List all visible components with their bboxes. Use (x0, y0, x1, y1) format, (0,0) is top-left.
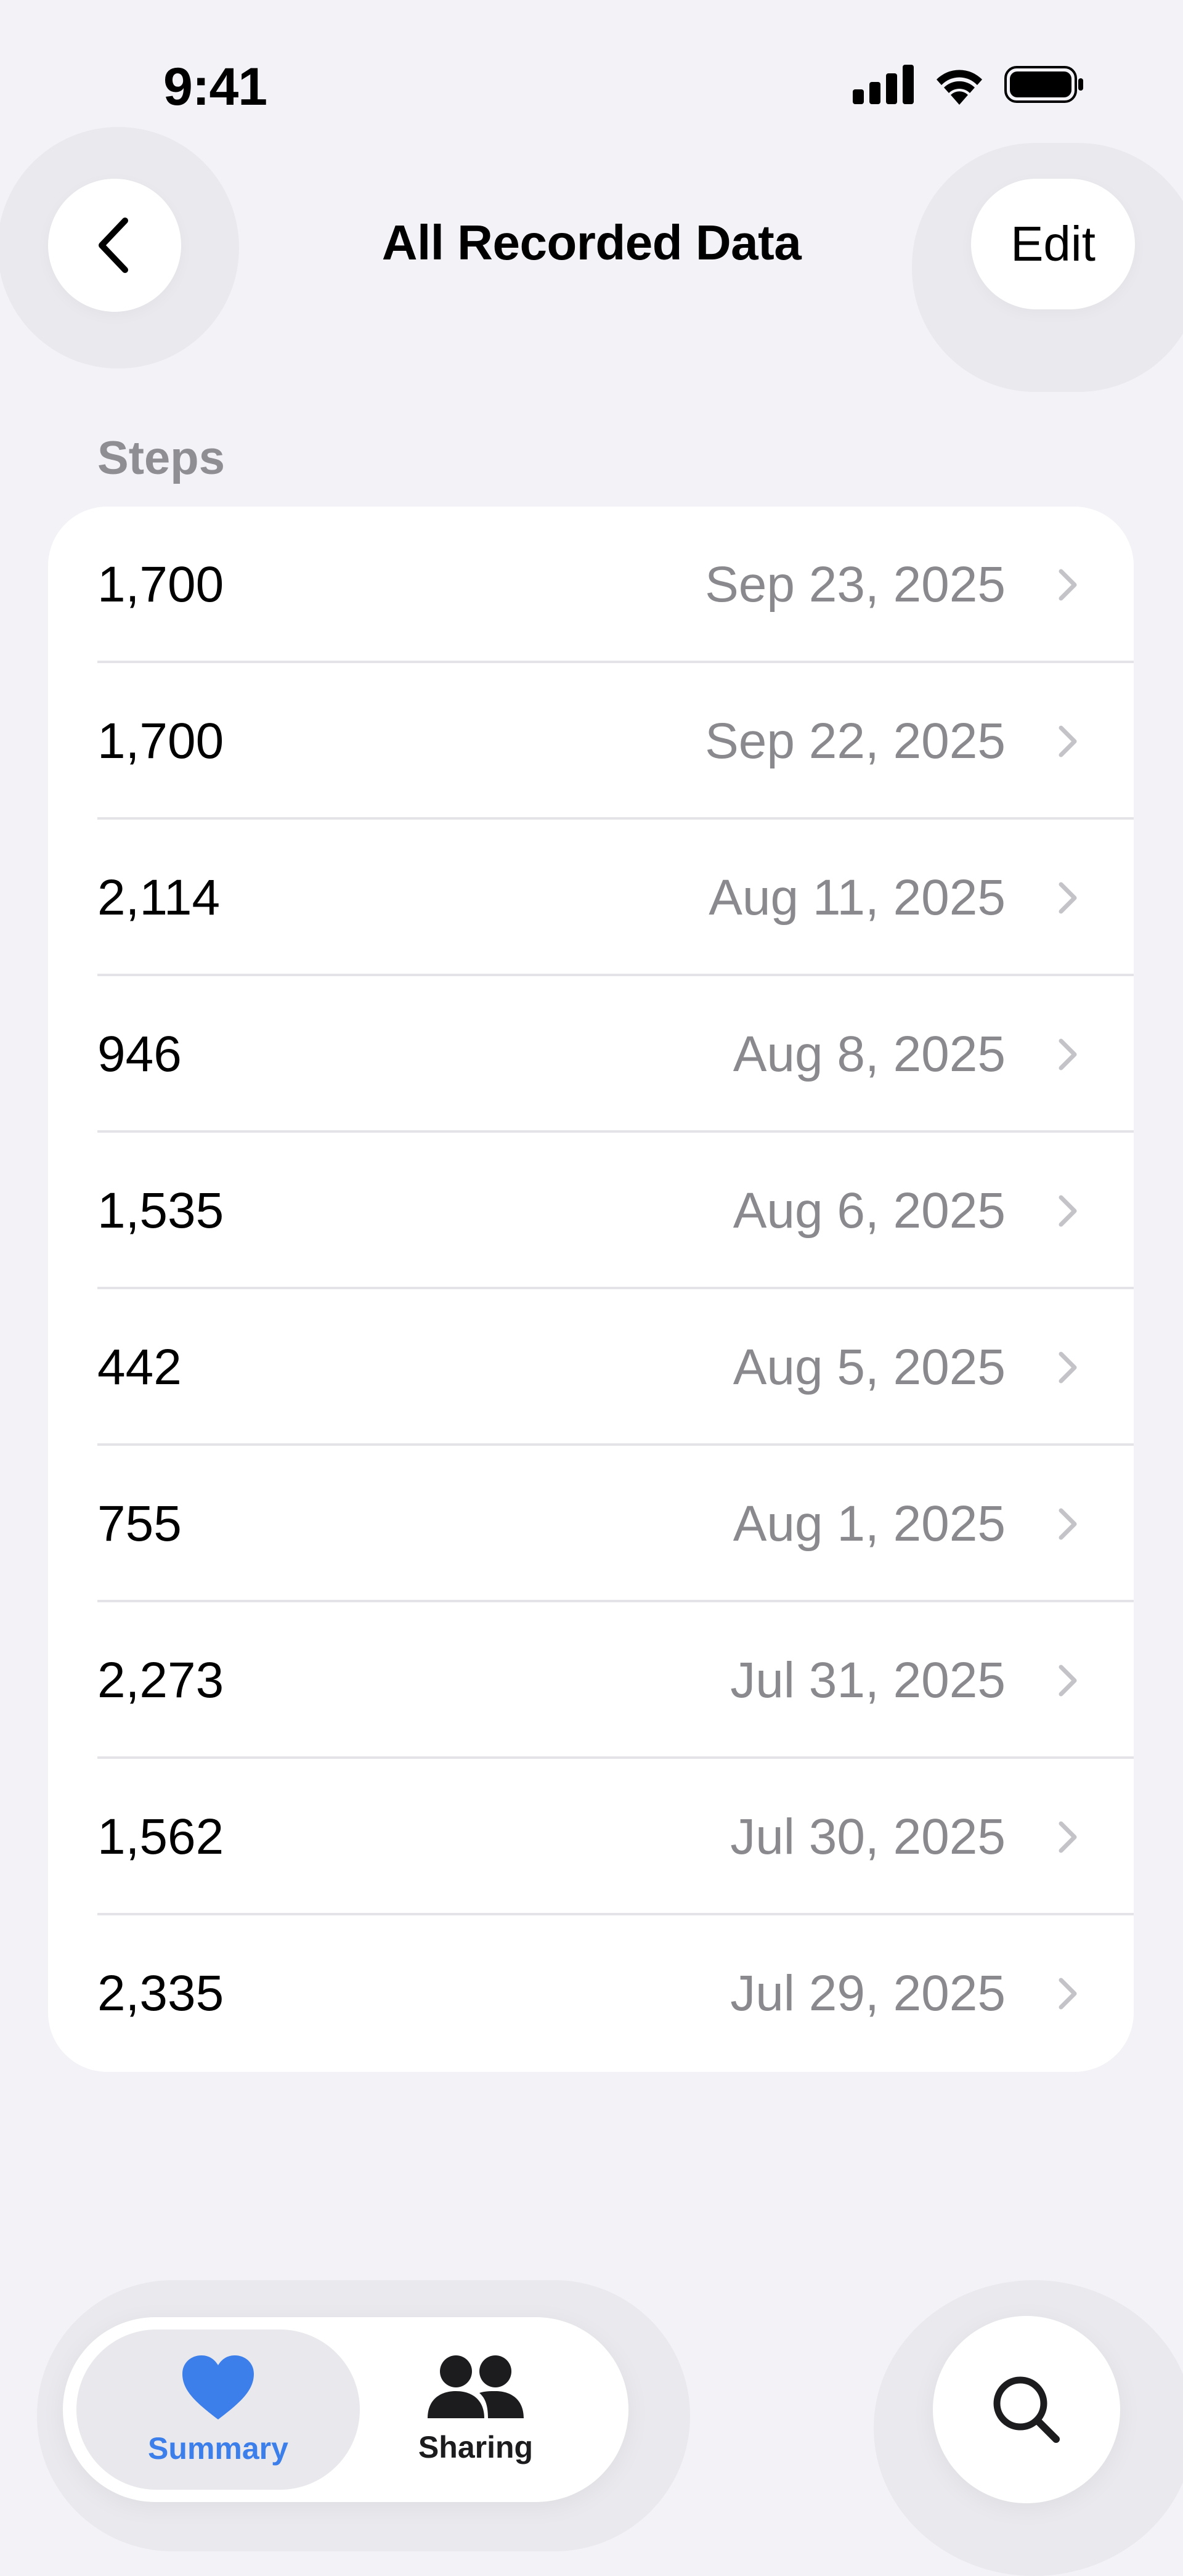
chevron-right-icon (1059, 882, 1077, 914)
record-row[interactable]: 442 Aug 5, 2025 (48, 1289, 1134, 1446)
heart-icon (182, 2355, 254, 2419)
record-row[interactable]: 755 Aug 1, 2025 (48, 1446, 1134, 1602)
search-icon (993, 2376, 1060, 2443)
record-row[interactable]: 2,114 Aug 11, 2025 (48, 820, 1134, 976)
tab-summary-label: Summary (148, 2431, 288, 2466)
battery-icon (1004, 66, 1083, 103)
tab-sharing[interactable]: Sharing (352, 2317, 599, 2502)
record-value: 2,114 (97, 870, 221, 926)
people-icon (428, 2355, 524, 2418)
record-value: 1,700 (97, 556, 224, 613)
record-date: Jul 30, 2025 (730, 1809, 1006, 1865)
record-date: Aug 11, 2025 (709, 870, 1006, 926)
record-date: Aug 6, 2025 (733, 1183, 1006, 1239)
chevron-right-icon (1059, 569, 1077, 601)
record-value: 2,273 (97, 1652, 224, 1708)
chevron-right-icon (1059, 1351, 1077, 1384)
record-date: Sep 22, 2025 (705, 713, 1006, 769)
record-row[interactable]: 1,562 Jul 30, 2025 (48, 1759, 1134, 1915)
chevron-right-icon (1059, 1978, 1077, 2010)
record-date: Aug 5, 2025 (733, 1339, 1006, 1395)
record-date: Aug 1, 2025 (733, 1496, 1006, 1552)
status-icons (853, 64, 1084, 105)
record-row[interactable]: 1,535 Aug 6, 2025 (48, 1133, 1134, 1289)
chevron-right-icon (1059, 1508, 1077, 1540)
record-value: 442 (97, 1339, 182, 1395)
record-date: Jul 31, 2025 (730, 1652, 1006, 1708)
record-date: Jul 29, 2025 (730, 1965, 1006, 2021)
cellular-signal-icon (853, 65, 914, 104)
record-row[interactable]: 1,700 Sep 23, 2025 (48, 507, 1134, 663)
chevron-right-icon (1059, 725, 1077, 757)
record-row[interactable]: 2,273 Jul 31, 2025 (48, 1602, 1134, 1759)
section-title: Steps (97, 432, 225, 484)
chevron-right-icon (1059, 1821, 1077, 1853)
record-row[interactable]: 946 Aug 8, 2025 (48, 976, 1134, 1133)
record-value: 1,535 (97, 1183, 224, 1239)
record-value: 1,700 (97, 713, 224, 769)
record-value: 2,335 (97, 1965, 224, 2021)
record-row[interactable]: 1,700 Sep 22, 2025 (48, 663, 1134, 820)
chevron-right-icon (1059, 1038, 1077, 1070)
records-list: 1,700 Sep 23, 2025 1,700 Sep 22, 2025 2,… (48, 507, 1134, 2072)
record-value: 755 (97, 1496, 182, 1552)
record-date: Sep 23, 2025 (705, 556, 1006, 613)
record-value: 1,562 (97, 1809, 224, 1865)
status-time: 9:41 (163, 57, 267, 116)
record-row[interactable]: 2,335 Jul 29, 2025 (48, 1915, 1134, 2072)
chevron-right-icon (1059, 1665, 1077, 1697)
chevron-right-icon (1059, 1195, 1077, 1227)
tab-bar: Summary Sharing (63, 2317, 628, 2502)
tab-sharing-label: Sharing (418, 2430, 534, 2464)
edit-button[interactable]: Edit (971, 179, 1135, 309)
search-button[interactable] (933, 2316, 1120, 2503)
record-date: Aug 8, 2025 (733, 1026, 1006, 1082)
record-value: 946 (97, 1026, 182, 1082)
wifi-icon (937, 70, 982, 105)
tab-summary[interactable]: Summary (76, 2317, 360, 2502)
